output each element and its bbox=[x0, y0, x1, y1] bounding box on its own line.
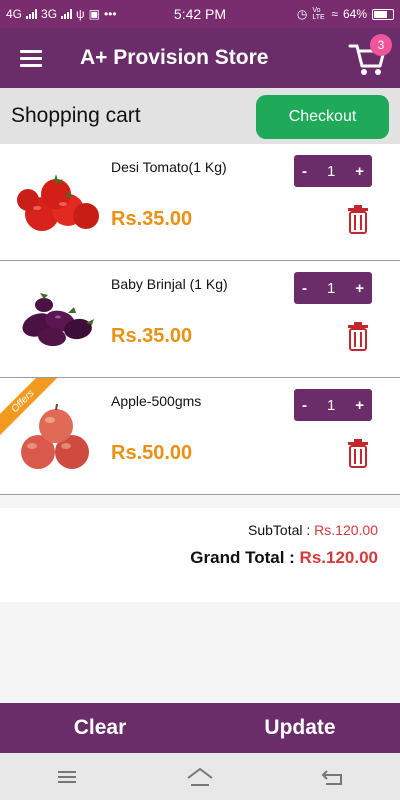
status-right: ◷ Vo LTE ≈ 64% bbox=[297, 7, 394, 21]
quantity-stepper: - 1 + bbox=[294, 272, 372, 304]
subtotal-label: SubTotal : bbox=[248, 522, 315, 538]
update-button[interactable]: Update bbox=[200, 716, 400, 740]
cart-header: Shopping cart Checkout bbox=[0, 88, 400, 144]
increment-button[interactable]: + bbox=[355, 397, 364, 414]
bottom-action-bar: Clear Update bbox=[0, 703, 400, 753]
signal-icon bbox=[26, 9, 38, 19]
back-icon[interactable] bbox=[318, 766, 348, 788]
subtotal: SubTotal : Rs.120.00 bbox=[248, 522, 378, 538]
volte-label: Vo LTE bbox=[312, 7, 325, 21]
battery-percent: 64% bbox=[342, 7, 367, 21]
system-nav-bar bbox=[0, 753, 400, 800]
delete-icon[interactable] bbox=[346, 204, 370, 234]
cart-title: Shopping cart bbox=[11, 104, 141, 127]
network-type-1: 4G bbox=[6, 7, 23, 21]
cart-count-badge: 3 bbox=[370, 34, 392, 56]
totals-panel: SubTotal : Rs.120.00 Grand Total : Rs.12… bbox=[0, 508, 400, 602]
menu-icon[interactable] bbox=[20, 49, 42, 67]
item-price: Rs.35.00 bbox=[111, 325, 193, 347]
cart-button[interactable]: 3 bbox=[348, 34, 392, 78]
grand-total: Grand Total : Rs.120.00 bbox=[190, 548, 378, 568]
apple-image bbox=[21, 403, 89, 469]
quantity-value: 1 bbox=[326, 279, 336, 297]
grandtotal-label: Grand Total : bbox=[190, 548, 300, 567]
cart-items-list: Desi Tomato(1 Kg) Rs.35.00 - 1 + Baby Br… bbox=[0, 144, 400, 495]
home-icon[interactable] bbox=[185, 766, 215, 788]
wifi-icon: ≈ bbox=[331, 7, 338, 21]
quantity-stepper: - 1 + bbox=[294, 155, 372, 187]
decrement-button[interactable]: - bbox=[302, 163, 307, 180]
recents-icon[interactable] bbox=[52, 766, 82, 788]
delete-icon[interactable] bbox=[346, 438, 370, 468]
app-title: A+ Provision Store bbox=[80, 46, 269, 69]
brinjal-image bbox=[22, 293, 94, 347]
increment-button[interactable]: + bbox=[355, 163, 364, 180]
increment-button[interactable]: + bbox=[355, 280, 364, 297]
clear-button[interactable]: Clear bbox=[0, 716, 200, 740]
item-price: Rs.50.00 bbox=[111, 442, 193, 464]
app-bar: A+ Provision Store 3 bbox=[0, 28, 400, 88]
delete-icon[interactable] bbox=[346, 321, 370, 351]
quantity-value: 1 bbox=[326, 396, 336, 414]
cart-item: Baby Brinjal (1 Kg) Rs.35.00 - 1 + bbox=[0, 261, 400, 378]
network-type-2: 3G bbox=[41, 7, 58, 21]
battery-icon bbox=[372, 8, 394, 20]
status-bar: 4G 3G ψ ▣ ••• 5:42 PM ◷ Vo LTE ≈ 64% bbox=[0, 0, 400, 28]
quantity-stepper: - 1 + bbox=[294, 389, 372, 421]
quantity-value: 1 bbox=[326, 162, 336, 180]
item-name: Desi Tomato(1 Kg) bbox=[111, 159, 227, 175]
subtotal-value: Rs.120.00 bbox=[314, 522, 378, 538]
status-left: 4G 3G ψ ▣ ••• bbox=[6, 7, 117, 21]
tomato-image bbox=[17, 174, 99, 231]
checkout-button[interactable]: Checkout bbox=[256, 95, 389, 139]
item-name: Apple-500gms bbox=[111, 393, 202, 409]
more-icon: ••• bbox=[103, 7, 117, 21]
item-name: Baby Brinjal (1 Kg) bbox=[111, 276, 228, 292]
decrement-button[interactable]: - bbox=[302, 280, 307, 297]
cart-item: Desi Tomato(1 Kg) Rs.35.00 - 1 + bbox=[0, 144, 400, 261]
usb-icon: ψ bbox=[76, 7, 85, 21]
item-price: Rs.35.00 bbox=[111, 208, 193, 230]
cart-item: Offers Apple-500gms Rs.50.00 - 1 + bbox=[0, 378, 400, 495]
alarm-icon: ◷ bbox=[296, 7, 308, 21]
decrement-button[interactable]: - bbox=[302, 397, 307, 414]
grandtotal-value: Rs.120.00 bbox=[299, 548, 378, 567]
notification-icon: ▣ bbox=[88, 7, 100, 21]
signal-icon-2 bbox=[61, 9, 73, 19]
